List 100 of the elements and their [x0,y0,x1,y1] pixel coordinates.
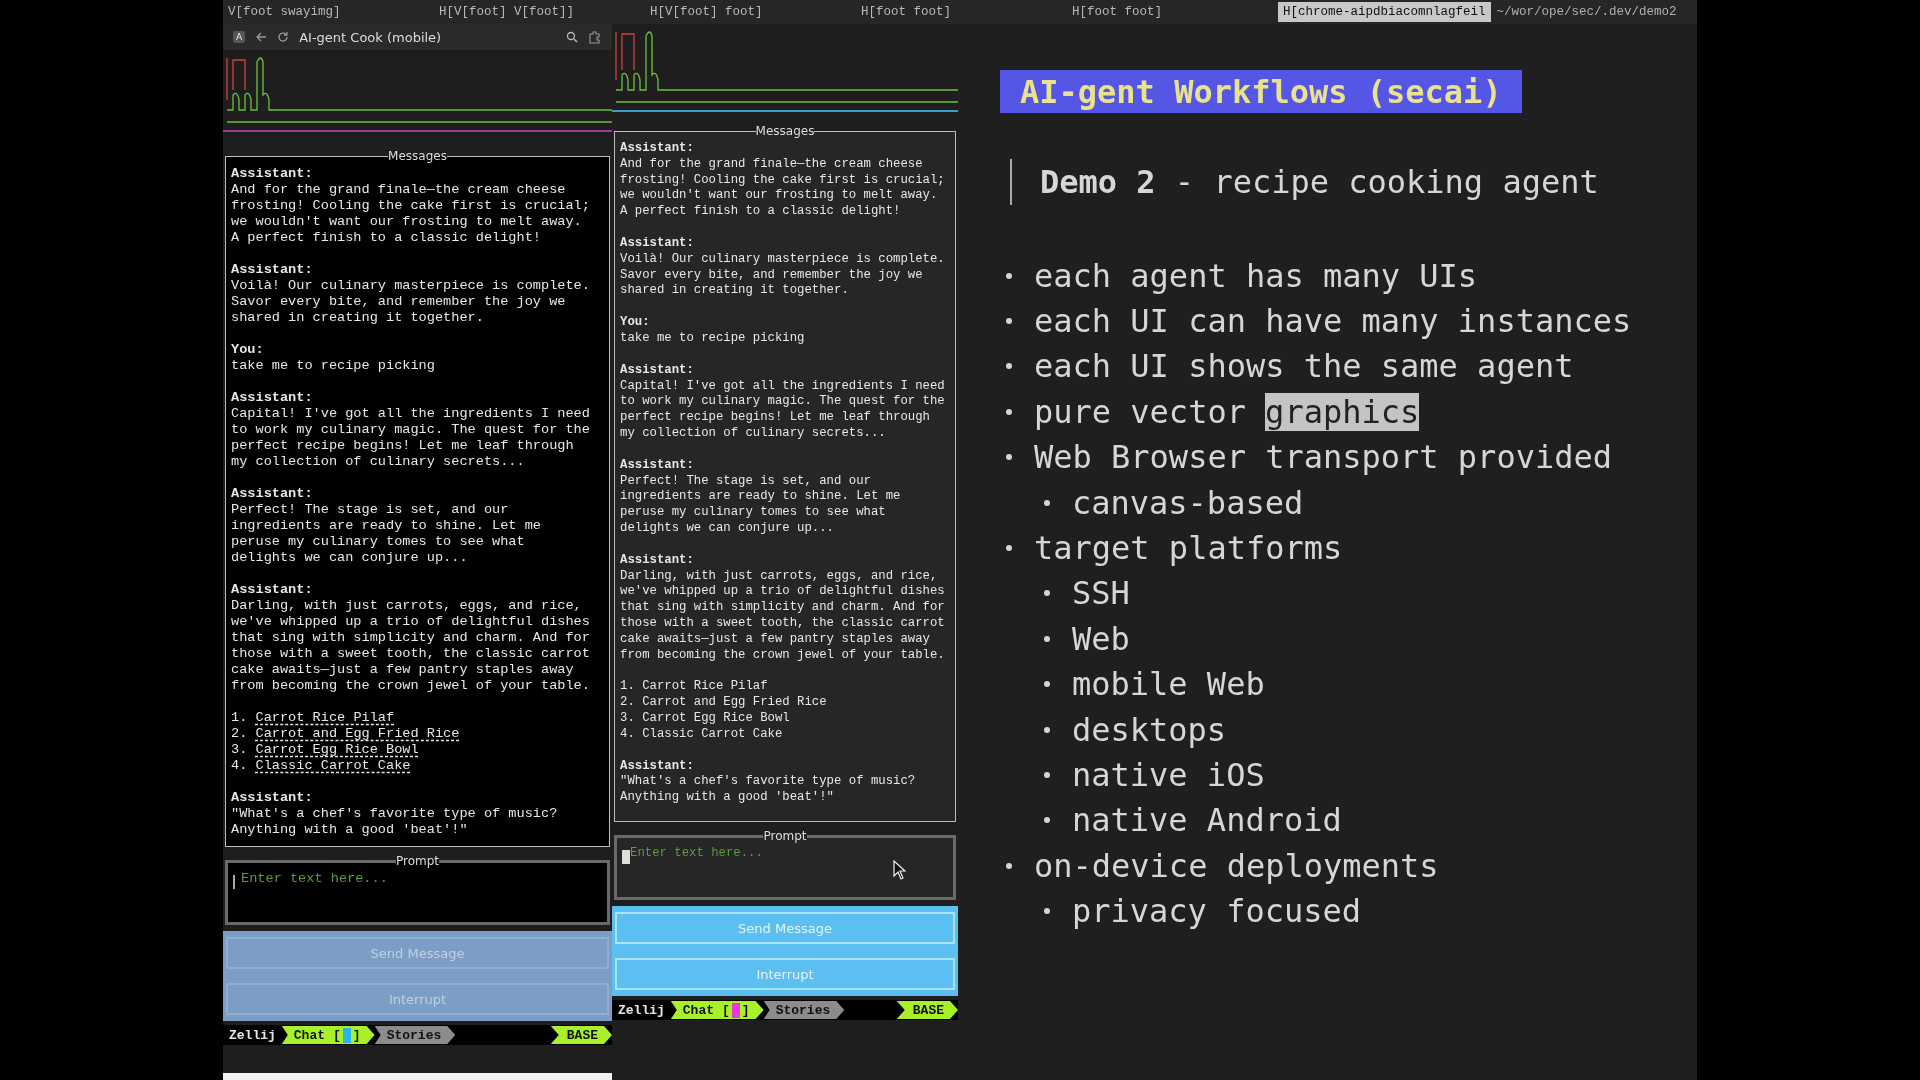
puzzle-icon[interactable] [588,30,602,44]
status-tab[interactable]: Stories [763,1001,845,1019]
slide-title: AI-gent Workflows (secai) [1000,70,1522,113]
bullet-text: each UI shows the same agent [1034,347,1574,386]
message-author: Assistant: [231,582,314,598]
recipe-title: Carrot and Egg Fried Rice [642,695,827,711]
bullet-text: Web Browser transport provided [1034,438,1612,477]
bullet-text: target platforms [1034,529,1343,568]
back-icon[interactable] [255,31,268,43]
prompt-placeholder: Enter text here... [240,871,388,886]
bullet-icon [1044,908,1050,915]
pane-tab[interactable]: H[chrome-aipdbiacomnlagfeil [1278,2,1491,22]
message-text: "What's a chef's favorite type of music? Anything with a good 'beat'!" [231,806,559,838]
message-author: You: [620,315,651,331]
panel-title: Messages [388,150,447,162]
bullet-icon [1006,454,1012,461]
site-badge: A [233,31,246,43]
pane-tab[interactable]: H[foot foot] [1067,2,1278,22]
bullet-icon [1044,726,1050,733]
list-number: 3. [620,710,635,727]
bullet-icon [1044,635,1050,642]
message-text: And for the grand finale—the cream cheese frosting! Cooling the cake first is crucial; we wouldn't want our frosting to melt away. A perfect finish to a classic delight! [231,182,591,246]
bullet-icon [1044,681,1050,688]
bullet-text: each agent has many UIs [1034,256,1478,295]
pane-tab[interactable]: H[V[foot] foot] [645,2,856,22]
pane-tab[interactable]: H[foot foot] [856,2,1067,22]
bullet-icon [1006,363,1012,370]
recipe-title: Classic Carrot Cake [642,726,783,743]
message-author: Assistant: [620,362,695,379]
message-text: Voilà! Our culinary masterpiece is complete. Savor every bite, and remember the joy we shared in creating it together. [620,251,946,300]
list-number: 2. [231,726,248,742]
list-number: 3. [231,742,248,758]
message-text: take me to recipe picking [620,330,806,347]
bullet-text: mobile Web [1072,665,1265,704]
bullet-icon [1006,545,1012,552]
message-author: You: [231,342,265,358]
mode-indicator: BASE [550,1026,612,1044]
recipe-link[interactable]: Carrot and Egg Fried Rice [255,726,460,742]
session-name: Zellij [228,1027,277,1043]
session-name: Zellij [617,1002,666,1018]
bullet-icon [1044,772,1050,778]
bullet-icon [1044,590,1050,597]
panel-title: Messages [755,125,815,137]
mode-indicator: BASE [896,1001,958,1019]
message-text: Capital! I've got all the ingredients I need to work my culinary magic. The quest for the perfect recipe begins! Let me leaf through my collection of culinary secrets... [620,378,946,442]
pane-tab[interactable]: V[foot swayimg] [223,2,434,22]
message-author: Assistant: [231,166,314,182]
message-text: Voilà! Our culinary masterpiece is complete. Savor every bite, and remember the joy we shared in creating it together. [231,278,591,326]
bullet-icon [1006,862,1012,869]
panel-title: Prompt [395,855,440,867]
bullet-icon [1044,817,1050,824]
bullet-text: canvas-based [1072,483,1304,522]
recipe-title: Carrot Egg Rice Bowl [642,710,790,727]
recipe-link[interactable]: Classic Carrot Cake [255,758,411,774]
prompt-field[interactable]: Prompt Enter text here... [225,855,610,925]
recipe-link[interactable]: Carrot Egg Rice Bowl [255,742,419,758]
message-author: Assistant: [620,552,695,569]
bullet-icon [1044,499,1050,506]
message-author: Assistant: [620,758,695,775]
message-author: Assistant: [231,390,314,406]
panel-title: Prompt [763,830,807,842]
message-text: Perfect! The stage is set, and our ingredients are ready to shine. Let me peruse my culinary tomes to see what delights we can conjure up... [620,473,902,537]
working-path: ~/wor/ope/sec/.dev/demo2 [1495,5,1677,19]
message-author: Assistant: [231,790,314,806]
page-title: AI-gent Cook (mobile) [299,29,443,45]
message-text: And for the grand finale—the cream cheese frosting! Cooling the cake first is crucial; we wouldn't want our frosting to melt away. A perfect finish to a classic delight! [620,156,946,220]
list-number: 4. [231,758,248,774]
message-text: Darling, with just carrots, eggs, and rice, we've whipped up a trio of delightful dishes that sing with simplicity and charm. And for those with a sweet tooth, the classic carrot cake awaits—just a few pantry staples away from becoming the crown jewel of your table. [620,568,946,664]
message-author: Assistant: [231,262,314,278]
pointer-icon [893,860,907,880]
message-text: take me to recipe picking [231,358,436,374]
recipe-link[interactable]: Carrot Rice Pilaf [255,710,395,726]
message-author: Assistant: [231,486,314,502]
prompt-field[interactable]: Prompt Enter text here... [614,830,956,900]
bullet-text: native Android [1072,801,1342,840]
recipe-title: Carrot Rice Pilaf [642,679,768,696]
message-text: "What's a chef's favorite type of music? Anything with a good 'beat'!" [620,774,917,806]
bullet-text: desktops [1072,710,1227,749]
message-text: Darling, with just carrots, eggs, and rice, we've whipped up a trio of delightful dishes that sing with simplicity and charm. And for those with a sweet tooth, the classic carrot cake awaits—just a few pantry staples away from becoming the crown jewel of your table. [231,598,591,694]
prompt-placeholder: Enter text here... [629,846,763,860]
bullet-icon [1006,408,1012,415]
message-text: Perfect! The stage is set, and our ingredients are ready to shine. Let me peruse my culinary tomes to see what delights we can conjure up... [231,502,542,566]
pane-tab[interactable]: H[V[foot] V[foot]] [434,2,645,22]
bullet-icon [1006,318,1012,325]
bullet-text: on-device deployments [1034,846,1439,885]
search-icon[interactable] [566,31,578,43]
list-number: 1. [231,710,248,726]
status-tab[interactable]: Chat [ ] [670,1001,764,1019]
message-author: Assistant: [620,457,695,474]
list-number: 4. [620,726,635,743]
bullet-text: each UI can have many instances [1034,302,1632,341]
reload-icon[interactable] [277,31,290,43]
bullet-text: native iOS [1072,756,1265,794]
slide-heading: Demo 2 - recipe cooking agent [1010,159,1697,205]
bullet-icon [1006,272,1012,279]
status-tab[interactable]: Stories [374,1026,456,1044]
message-author: Assistant: [620,236,695,252]
status-tab[interactable]: Chat [ ] [281,1026,375,1044]
bullet-text: privacy focused [1072,892,1361,931]
bullet-text: Web [1072,619,1130,658]
